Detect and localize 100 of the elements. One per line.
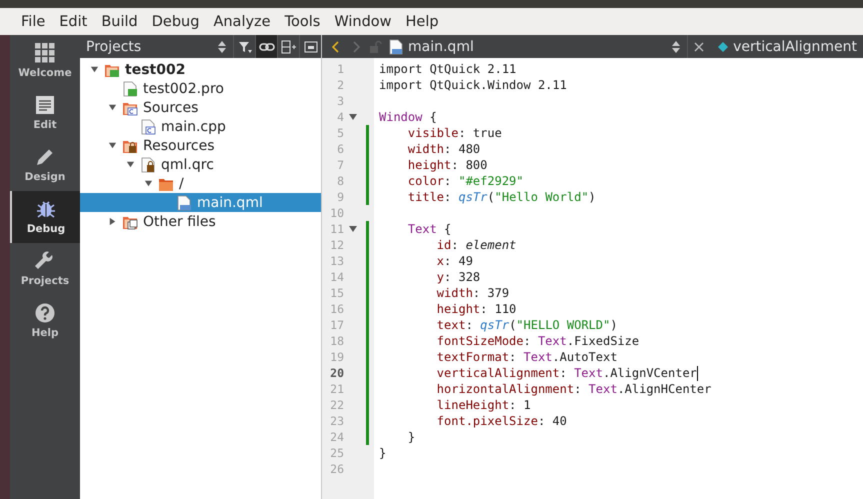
line-number: 5 [336,126,344,140]
tree-item[interactable]: test002 [80,60,321,79]
text-cursor [696,366,698,380]
code-line: text: qsTr("HELLO WORLD") [436,318,618,332]
code-line: } [406,430,416,444]
line-number: 23 [329,414,344,428]
line-number: 15 [329,286,344,300]
tree-item[interactable]: main.qml [80,193,321,212]
menu-item[interactable]: Help [398,12,446,32]
tree-item[interactable]: test002.pro [80,79,321,98]
panel-title: Projects [85,38,142,54]
mode-button[interactable]: Projects [10,243,80,295]
mode-button[interactable]: Welcome [10,35,80,87]
expand-arrow-icon[interactable] [126,160,135,169]
line-number: 8 [336,174,344,188]
tree-item[interactable]: / [80,174,321,193]
link-button[interactable] [255,35,277,58]
file-name[interactable]: main.qml [404,38,666,54]
collapse-arrow-icon[interactable] [108,217,117,226]
line-number: 12 [329,238,344,252]
line-number: 19 [329,350,344,364]
line-number: 24 [329,430,344,444]
split-icon [280,40,296,54]
resource-file-icon [140,156,156,172]
line-number: 26 [329,462,344,476]
code-line: verticalAlignment: Text.AlignVCenter [436,366,697,380]
line-number: 14 [329,270,344,284]
code-line: height: 800 [406,158,488,172]
code-line: font.pixelSize: 40 [436,414,567,428]
fold-arrow-icon[interactable] [349,225,357,233]
menu-item[interactable]: Tools [278,12,328,32]
mode-button[interactable]: Design [10,139,80,191]
line-number: 21 [329,382,344,396]
tree-item[interactable]: Resources [80,136,321,155]
document-icon [35,95,55,115]
filter-icon [238,40,252,54]
line-number: 13 [329,254,344,268]
line-number: 18 [329,334,344,348]
code-line: y: 328 [436,270,480,284]
code-line: title: qsTr("Hello World") [406,190,596,204]
code-line: textFormat: Text.AutoText [436,350,618,364]
tree-item[interactable]: Sources [80,98,321,117]
code-line: lineHeight: 1 [436,398,531,412]
bug-icon [36,199,56,219]
code-line: visible: true [406,126,502,140]
line-number: 22 [329,398,344,412]
menu-item[interactable]: Window [327,12,398,32]
line-number: 4 [336,110,344,124]
expand-arrow-icon[interactable] [90,65,99,74]
tree-item[interactable]: main.cpp [80,117,321,136]
line-number: 7 [336,158,344,172]
diamond-icon [717,40,730,52]
code-line: fontSizeMode: Text.FixedSize [436,334,640,348]
wrench-icon [35,251,55,271]
expand-arrow-icon[interactable] [144,179,153,188]
expand-arrow-icon[interactable] [108,141,117,150]
line-number: 20 [329,366,344,380]
line-number: 10 [329,206,344,220]
code-line: width: 379 [436,286,510,300]
symbol-name[interactable]: verticalAlignment [729,38,863,54]
menu-item[interactable]: File [14,12,52,32]
mode-button[interactable]: Help [10,295,80,347]
tree-item[interactable]: qml.qrc [80,155,321,174]
code-line: height: 110 [436,302,516,316]
line-number: 6 [336,142,344,156]
line-number: 17 [329,318,344,332]
code-line: horizontalAlignment: Text.AlignHCenter [436,382,712,396]
menu-item[interactable]: Build [94,12,145,32]
line-number: 16 [329,302,344,316]
mode-button[interactable]: Edit [10,87,80,139]
line-number: 9 [336,190,344,204]
split-button[interactable] [277,35,299,58]
cpp-file-icon [140,118,156,134]
qml-file-icon [388,38,404,54]
fold-arrow-icon[interactable] [349,113,357,121]
line-number: 11 [329,222,344,236]
code-line: } [379,446,386,460]
expand-arrow-icon[interactable] [108,103,117,112]
help-icon [35,303,55,323]
line-number: 1 [336,62,344,76]
code-line: Text { [406,222,452,236]
mode-button[interactable]: Debug [10,191,80,243]
grid-icon [35,43,55,63]
updown-icon[interactable] [215,40,229,54]
qml-file-icon [176,194,192,210]
code-line: import QtQuick.Window 2.11 [379,78,567,92]
line-number: 25 [329,446,344,460]
menu-item[interactable]: Analyze [206,12,278,32]
close-icon [692,40,705,52]
pencil-icon [35,147,55,167]
tree-item[interactable]: Other files [80,212,321,231]
code-line: Window { [379,110,437,124]
panel-icon [304,40,318,52]
code-line: width: 480 [406,142,480,156]
menu-item[interactable]: Edit [52,12,94,32]
menu-item[interactable]: Debug [144,12,206,32]
line-number: 2 [336,78,344,92]
code-line: import QtQuick 2.11 [379,62,516,76]
code-line: x: 49 [436,254,473,268]
line-number: 3 [336,94,344,108]
